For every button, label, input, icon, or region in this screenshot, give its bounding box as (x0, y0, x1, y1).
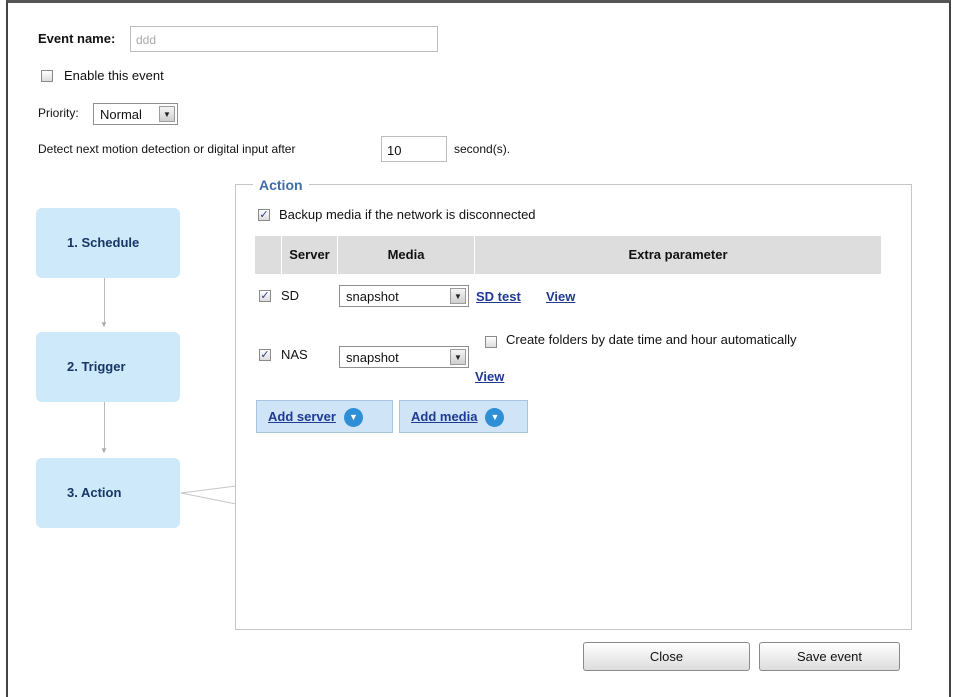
arrow-down-icon: ▼ (100, 320, 108, 329)
enable-event-label: Enable this event (64, 68, 164, 83)
server-nas-label: NAS (281, 347, 308, 362)
table-header-extra: Extra parameter (475, 236, 881, 274)
close-button[interactable]: Close (583, 642, 750, 671)
table-header-media: Media (338, 236, 474, 274)
add-server-button[interactable]: Add server ▼ (256, 400, 393, 433)
backup-label: Backup media if the network is disconnec… (279, 207, 536, 222)
create-folders-checkbox[interactable] (485, 336, 497, 348)
nas-view-link[interactable]: View (475, 369, 504, 384)
action-legend: Action (253, 177, 309, 193)
add-media-label: Add media (411, 409, 478, 424)
step-action-label: 3. Action (67, 485, 122, 500)
detect-label: Detect next motion detection or digital … (38, 142, 296, 156)
save-event-button[interactable]: Save event (759, 642, 900, 671)
priority-label: Priority: (38, 106, 79, 120)
callout-pointer (180, 485, 237, 505)
server-sd-label: SD (281, 288, 300, 303)
chevron-down-icon: ▼ (450, 288, 466, 304)
create-folders-label: Create folders by date time and hour aut… (506, 332, 797, 347)
event-name-input[interactable]: ddd (130, 26, 438, 52)
arrow-down-icon: ▼ (100, 446, 108, 455)
step-schedule[interactable]: 1. Schedule (36, 208, 180, 278)
chevron-down-icon: ▼ (450, 349, 466, 365)
flow-connector-1 (104, 278, 105, 324)
server-nas-checkbox[interactable]: ✓ (259, 349, 271, 361)
step-schedule-label: 1. Schedule (67, 235, 140, 250)
chevron-circle-down-icon: ▼ (343, 408, 363, 428)
priority-select[interactable]: Normal ▼ (93, 103, 178, 125)
sd-test-link[interactable]: SD test (476, 289, 521, 304)
flow-connector-2 (104, 402, 105, 450)
table-header-server: Server (282, 236, 337, 274)
step-trigger[interactable]: 2. Trigger (36, 332, 180, 402)
server-sd-checkbox[interactable]: ✓ (259, 290, 271, 302)
media-nas-value: snapshot (346, 350, 399, 365)
chevron-down-icon: ▼ (159, 106, 175, 122)
sd-view-link[interactable]: View (546, 289, 575, 304)
table-header-select (255, 236, 281, 274)
media-sd-value: snapshot (346, 289, 399, 304)
backup-checkbox[interactable]: ✓ (258, 209, 270, 221)
add-media-button[interactable]: Add media ▼ (399, 400, 528, 433)
chevron-circle-down-icon: ▼ (485, 408, 505, 428)
add-server-label: Add server (268, 409, 336, 424)
media-nas-select[interactable]: snapshot ▼ (339, 346, 469, 368)
media-sd-select[interactable]: snapshot ▼ (339, 285, 469, 307)
detect-unit-label: second(s). (454, 142, 511, 156)
priority-value: Normal (100, 107, 142, 122)
detect-seconds-input[interactable]: 10 (381, 136, 447, 162)
enable-event-checkbox[interactable] (41, 70, 53, 82)
event-name-label: Event name: (38, 31, 116, 46)
step-action[interactable]: 3. Action (36, 458, 180, 528)
step-trigger-label: 2. Trigger (67, 359, 126, 374)
